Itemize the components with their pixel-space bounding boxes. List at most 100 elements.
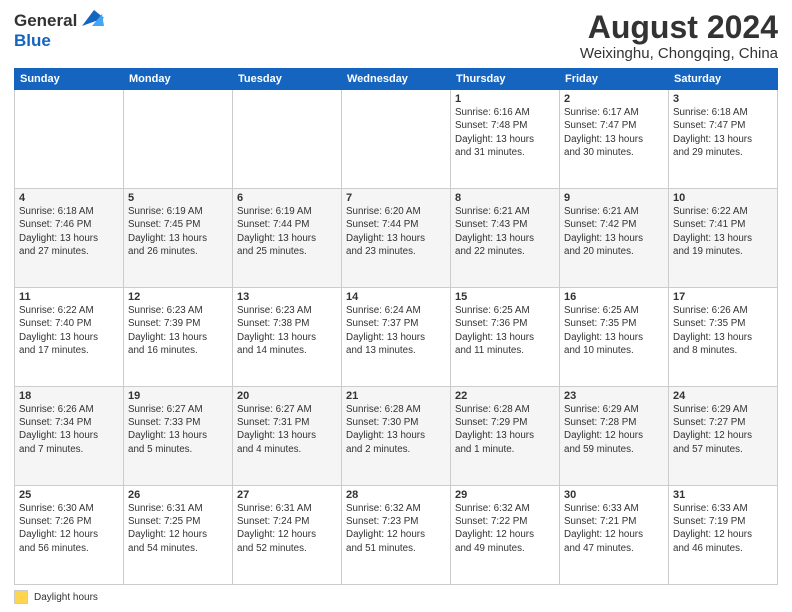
calendar-cell xyxy=(124,90,233,189)
day-info: Sunrise: 6:16 AM Sunset: 7:48 PM Dayligh… xyxy=(455,106,555,159)
calendar-cell xyxy=(342,90,451,189)
day-number: 23 xyxy=(564,390,664,402)
day-number: 4 xyxy=(19,192,119,204)
calendar-cell: 3Sunrise: 6:18 AM Sunset: 7:47 PM Daylig… xyxy=(669,90,778,189)
calendar-cell: 24Sunrise: 6:29 AM Sunset: 7:27 PM Dayli… xyxy=(669,387,778,486)
day-number: 22 xyxy=(455,390,555,402)
calendar-cell: 29Sunrise: 6:32 AM Sunset: 7:22 PM Dayli… xyxy=(451,486,560,585)
day-number: 24 xyxy=(673,390,773,402)
day-number: 10 xyxy=(673,192,773,204)
day-number: 18 xyxy=(19,390,119,402)
calendar-cell: 21Sunrise: 6:28 AM Sunset: 7:30 PM Dayli… xyxy=(342,387,451,486)
calendar-cell: 4Sunrise: 6:18 AM Sunset: 7:46 PM Daylig… xyxy=(15,189,124,288)
calendar-cell: 5Sunrise: 6:19 AM Sunset: 7:45 PM Daylig… xyxy=(124,189,233,288)
day-number: 1 xyxy=(455,93,555,105)
day-number: 29 xyxy=(455,489,555,501)
calendar-cell: 30Sunrise: 6:33 AM Sunset: 7:21 PM Dayli… xyxy=(560,486,669,585)
day-number: 13 xyxy=(237,291,337,303)
day-number: 15 xyxy=(455,291,555,303)
calendar-cell: 6Sunrise: 6:19 AM Sunset: 7:44 PM Daylig… xyxy=(233,189,342,288)
col-header-sunday: Sunday xyxy=(15,69,124,90)
calendar-cell: 16Sunrise: 6:25 AM Sunset: 7:35 PM Dayli… xyxy=(560,288,669,387)
col-header-saturday: Saturday xyxy=(669,69,778,90)
calendar-cell: 22Sunrise: 6:28 AM Sunset: 7:29 PM Dayli… xyxy=(451,387,560,486)
day-number: 7 xyxy=(346,192,446,204)
calendar-cell: 15Sunrise: 6:25 AM Sunset: 7:36 PM Dayli… xyxy=(451,288,560,387)
day-info: Sunrise: 6:17 AM Sunset: 7:47 PM Dayligh… xyxy=(564,106,664,159)
subtitle: Weixinghu, Chongqing, China xyxy=(580,45,778,62)
col-header-tuesday: Tuesday xyxy=(233,69,342,90)
col-header-monday: Monday xyxy=(124,69,233,90)
calendar-cell: 2Sunrise: 6:17 AM Sunset: 7:47 PM Daylig… xyxy=(560,90,669,189)
day-number: 2 xyxy=(564,93,664,105)
day-number: 12 xyxy=(128,291,228,303)
day-info: Sunrise: 6:27 AM Sunset: 7:31 PM Dayligh… xyxy=(237,403,337,456)
day-info: Sunrise: 6:33 AM Sunset: 7:19 PM Dayligh… xyxy=(673,502,773,555)
day-info: Sunrise: 6:28 AM Sunset: 7:30 PM Dayligh… xyxy=(346,403,446,456)
day-info: Sunrise: 6:18 AM Sunset: 7:46 PM Dayligh… xyxy=(19,205,119,258)
calendar-cell: 18Sunrise: 6:26 AM Sunset: 7:34 PM Dayli… xyxy=(15,387,124,486)
day-number: 8 xyxy=(455,192,555,204)
day-info: Sunrise: 6:18 AM Sunset: 7:47 PM Dayligh… xyxy=(673,106,773,159)
logo-wing-icon xyxy=(82,10,104,31)
day-number: 14 xyxy=(346,291,446,303)
logo-general: General xyxy=(14,11,77,31)
day-info: Sunrise: 6:22 AM Sunset: 7:41 PM Dayligh… xyxy=(673,205,773,258)
calendar-cell: 20Sunrise: 6:27 AM Sunset: 7:31 PM Dayli… xyxy=(233,387,342,486)
calendar-cell: 28Sunrise: 6:32 AM Sunset: 7:23 PM Dayli… xyxy=(342,486,451,585)
day-info: Sunrise: 6:26 AM Sunset: 7:34 PM Dayligh… xyxy=(19,403,119,456)
header: General Blue August 2024 Weixinghu, Chon… xyxy=(14,10,778,62)
calendar-cell: 7Sunrise: 6:20 AM Sunset: 7:44 PM Daylig… xyxy=(342,189,451,288)
day-info: Sunrise: 6:33 AM Sunset: 7:21 PM Dayligh… xyxy=(564,502,664,555)
calendar-cell xyxy=(15,90,124,189)
day-info: Sunrise: 6:25 AM Sunset: 7:36 PM Dayligh… xyxy=(455,304,555,357)
day-number: 16 xyxy=(564,291,664,303)
day-info: Sunrise: 6:20 AM Sunset: 7:44 PM Dayligh… xyxy=(346,205,446,258)
logo-blue: Blue xyxy=(14,31,51,50)
day-info: Sunrise: 6:25 AM Sunset: 7:35 PM Dayligh… xyxy=(564,304,664,357)
day-number: 20 xyxy=(237,390,337,402)
page: General Blue August 2024 Weixinghu, Chon… xyxy=(0,0,792,612)
day-number: 19 xyxy=(128,390,228,402)
calendar-cell: 25Sunrise: 6:30 AM Sunset: 7:26 PM Dayli… xyxy=(15,486,124,585)
calendar-cell xyxy=(233,90,342,189)
day-info: Sunrise: 6:23 AM Sunset: 7:38 PM Dayligh… xyxy=(237,304,337,357)
day-info: Sunrise: 6:27 AM Sunset: 7:33 PM Dayligh… xyxy=(128,403,228,456)
calendar-cell: 1Sunrise: 6:16 AM Sunset: 7:48 PM Daylig… xyxy=(451,90,560,189)
day-number: 21 xyxy=(346,390,446,402)
day-number: 17 xyxy=(673,291,773,303)
legend: Daylight hours xyxy=(14,590,778,604)
day-info: Sunrise: 6:32 AM Sunset: 7:22 PM Dayligh… xyxy=(455,502,555,555)
calendar-cell: 23Sunrise: 6:29 AM Sunset: 7:28 PM Dayli… xyxy=(560,387,669,486)
day-info: Sunrise: 6:30 AM Sunset: 7:26 PM Dayligh… xyxy=(19,502,119,555)
title-block: August 2024 Weixinghu, Chongqing, China xyxy=(580,10,778,62)
calendar-cell: 13Sunrise: 6:23 AM Sunset: 7:38 PM Dayli… xyxy=(233,288,342,387)
day-number: 3 xyxy=(673,93,773,105)
day-number: 30 xyxy=(564,489,664,501)
day-number: 27 xyxy=(237,489,337,501)
day-info: Sunrise: 6:19 AM Sunset: 7:44 PM Dayligh… xyxy=(237,205,337,258)
logo: General Blue xyxy=(14,10,104,51)
calendar-cell: 9Sunrise: 6:21 AM Sunset: 7:42 PM Daylig… xyxy=(560,189,669,288)
calendar-cell: 26Sunrise: 6:31 AM Sunset: 7:25 PM Dayli… xyxy=(124,486,233,585)
day-number: 9 xyxy=(564,192,664,204)
day-number: 6 xyxy=(237,192,337,204)
day-info: Sunrise: 6:21 AM Sunset: 7:42 PM Dayligh… xyxy=(564,205,664,258)
day-info: Sunrise: 6:28 AM Sunset: 7:29 PM Dayligh… xyxy=(455,403,555,456)
day-info: Sunrise: 6:24 AM Sunset: 7:37 PM Dayligh… xyxy=(346,304,446,357)
day-info: Sunrise: 6:29 AM Sunset: 7:27 PM Dayligh… xyxy=(673,403,773,456)
day-number: 26 xyxy=(128,489,228,501)
calendar-cell: 27Sunrise: 6:31 AM Sunset: 7:24 PM Dayli… xyxy=(233,486,342,585)
day-info: Sunrise: 6:22 AM Sunset: 7:40 PM Dayligh… xyxy=(19,304,119,357)
day-info: Sunrise: 6:26 AM Sunset: 7:35 PM Dayligh… xyxy=(673,304,773,357)
col-header-wednesday: Wednesday xyxy=(342,69,451,90)
day-info: Sunrise: 6:19 AM Sunset: 7:45 PM Dayligh… xyxy=(128,205,228,258)
day-info: Sunrise: 6:31 AM Sunset: 7:24 PM Dayligh… xyxy=(237,502,337,555)
day-number: 25 xyxy=(19,489,119,501)
legend-label: Daylight hours xyxy=(34,592,98,603)
calendar-cell: 11Sunrise: 6:22 AM Sunset: 7:40 PM Dayli… xyxy=(15,288,124,387)
col-header-thursday: Thursday xyxy=(451,69,560,90)
calendar-cell: 8Sunrise: 6:21 AM Sunset: 7:43 PM Daylig… xyxy=(451,189,560,288)
col-header-friday: Friday xyxy=(560,69,669,90)
calendar-cell: 10Sunrise: 6:22 AM Sunset: 7:41 PM Dayli… xyxy=(669,189,778,288)
